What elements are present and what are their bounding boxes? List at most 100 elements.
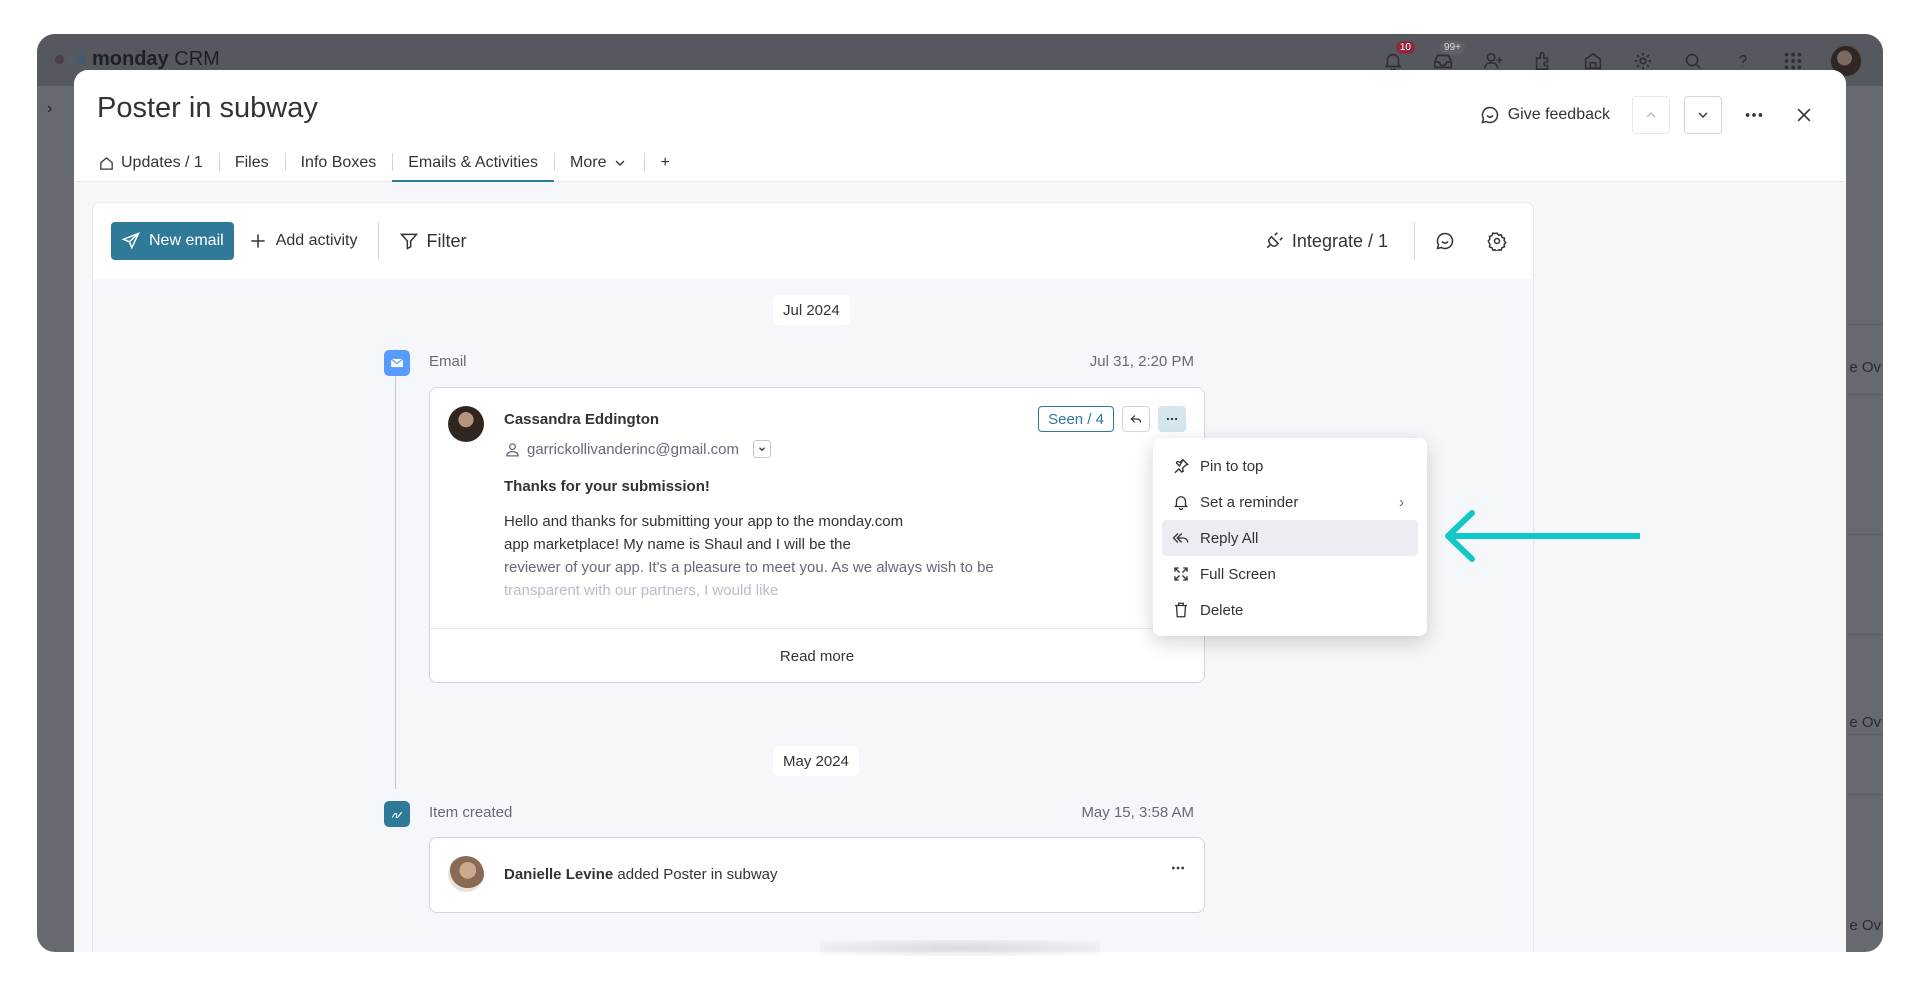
chevron-up-icon — [1646, 112, 1656, 118]
actor-avatar — [448, 856, 484, 892]
tab-emails-activities[interactable]: Emails & Activities — [392, 144, 554, 182]
month-divider: May 2024 — [773, 746, 859, 776]
menu-item-label: Delete — [1200, 601, 1244, 619]
logo-suffix: CRM — [174, 48, 220, 70]
annotation-arrow-icon — [1445, 510, 1640, 562]
menu-item-full-screen[interactable]: Full Screen — [1162, 556, 1418, 592]
activity-card: Danielle Levine added Poster in subway — [429, 837, 1205, 913]
tab-label: + — [660, 154, 670, 171]
recipients-expand-button[interactable] — [752, 440, 771, 458]
tab-info-boxes[interactable]: Info Boxes — [284, 144, 393, 182]
menu-item-reply-all[interactable]: Reply All — [1162, 520, 1418, 556]
tab-label: Emails & Activities — [408, 154, 539, 171]
email-body-line: transparent with our partners, I would l… — [504, 582, 779, 599]
email-context-menu: Pin to top Set a reminder › Reply All Fu… — [1153, 438, 1427, 636]
sender-email: garrickollivanderinc@gmail.com — [527, 440, 739, 458]
chevron-down-icon — [759, 447, 765, 452]
integrate-label: Integrate / 1 — [1291, 230, 1388, 251]
bottom-shadow — [820, 940, 1100, 956]
emails-toolbar: New email Add activity Filter Integrate … — [93, 203, 1533, 279]
tab-label: Info Boxes — [300, 154, 377, 171]
trash-icon — [1175, 602, 1187, 618]
feedback-button[interactable] — [1427, 223, 1463, 259]
timeline-type-label: Email — [429, 353, 467, 370]
close-modal-button[interactable] — [1786, 97, 1822, 133]
give-feedback-button[interactable]: Give feedback — [1472, 99, 1618, 131]
email-more-button[interactable] — [1158, 406, 1186, 432]
more-horizontal-icon — [1745, 113, 1763, 117]
person-icon — [506, 442, 519, 457]
tab-files[interactable]: Files — [218, 144, 285, 182]
bell-icon — [1174, 496, 1188, 511]
read-more-button[interactable]: Read more — [430, 629, 1204, 683]
feedback-icon — [1436, 232, 1454, 250]
app-logo: monday CRM — [55, 48, 220, 71]
plug-icon — [1266, 232, 1283, 249]
item-tabs: Updates / 1 Files Info Boxes Emails & Ac… — [98, 144, 686, 182]
more-horizontal-icon — [1172, 866, 1184, 870]
sidebar-expand-icon[interactable]: › — [47, 100, 52, 118]
send-icon — [121, 232, 140, 250]
header-actions: Give feedback — [1472, 96, 1822, 134]
settings-button[interactable] — [1479, 223, 1515, 259]
previous-item-button[interactable] — [1632, 96, 1670, 134]
filter-button[interactable]: Filter — [385, 222, 481, 260]
more-horizontal-icon — [1166, 417, 1178, 421]
background-board-strip: e Ov e Ov e Ov — [1847, 94, 1883, 934]
feedback-icon — [1481, 106, 1498, 124]
timeline-date: May 15, 3:58 AM — [1081, 804, 1194, 821]
logo-text: monday — [92, 48, 169, 70]
add-activity-button[interactable]: Add activity — [234, 222, 372, 260]
chevron-down-icon — [616, 160, 625, 166]
inbox-badge: 99+ — [1440, 41, 1465, 54]
menu-item-label: Reply All — [1200, 529, 1259, 547]
sender-avatar — [448, 406, 484, 442]
menu-item-delete[interactable]: Delete — [1162, 592, 1418, 628]
menu-item-label: Set a reminder — [1200, 493, 1299, 511]
item-created-icon — [384, 801, 410, 827]
email-body-line: Hello and thanks for submitting your app… — [504, 513, 904, 530]
email-body-line: reviewer of your app. It's a pleasure to… — [504, 559, 994, 576]
timeline-date: Jul 31, 2:20 PM — [1089, 353, 1194, 370]
pin-icon — [1174, 458, 1189, 474]
next-item-button[interactable] — [1684, 96, 1722, 134]
chevron-right-icon: › — [1399, 493, 1404, 511]
email-card: Cassandra Eddington garrickollivanderinc… — [429, 387, 1205, 683]
seen-status-button[interactable]: Seen / 4 — [1038, 406, 1114, 432]
tab-label: Files — [234, 154, 269, 171]
menu-item-pin-to-top[interactable]: Pin to top — [1162, 448, 1418, 484]
sender-email-row: garrickollivanderinc@gmail.com — [504, 440, 771, 458]
email-card-actions: Seen / 4 — [1038, 406, 1186, 432]
bg-column-label: e Ov — [1849, 359, 1881, 376]
month-divider: Jul 2024 — [773, 295, 850, 325]
home-icon — [100, 156, 113, 170]
new-email-button[interactable]: New email — [111, 222, 234, 260]
bg-column-label: e Ov — [1849, 917, 1881, 934]
tab-more[interactable]: More — [554, 144, 644, 182]
integrate-button[interactable]: Integrate / 1 — [1250, 222, 1402, 260]
toolbar-divider — [1414, 222, 1415, 260]
give-feedback-label: Give feedback — [1507, 106, 1610, 123]
email-icon — [384, 350, 410, 376]
more-options-button[interactable] — [1736, 97, 1772, 133]
reply-button[interactable] — [1122, 406, 1150, 432]
tab-updates[interactable]: Updates / 1 — [98, 144, 219, 182]
tab-label: More — [570, 154, 607, 171]
plus-icon — [251, 234, 265, 248]
chevron-down-icon — [1698, 112, 1708, 118]
toolbar-right: Integrate / 1 — [1250, 222, 1515, 260]
new-email-label: New email — [149, 232, 224, 249]
actor-name: Danielle Levine — [504, 866, 614, 883]
bg-column-label: e Ov — [1849, 714, 1881, 731]
menu-item-label: Pin to top — [1200, 457, 1264, 475]
reply-all-icon — [1172, 533, 1189, 543]
add-tab-button[interactable]: + — [644, 144, 685, 182]
activity-more-button[interactable] — [1170, 860, 1186, 881]
menu-item-set-reminder[interactable]: Set a reminder › — [1162, 484, 1418, 520]
close-icon — [1797, 108, 1811, 122]
gear-icon — [1487, 232, 1507, 251]
activity-text: Danielle Levine added Poster in subway — [504, 866, 778, 883]
item-title[interactable]: Poster in subway — [97, 92, 318, 125]
email-body-line: app marketplace! My name is Shaul and I … — [504, 536, 851, 553]
activity-action: added Poster in subway — [617, 866, 778, 883]
